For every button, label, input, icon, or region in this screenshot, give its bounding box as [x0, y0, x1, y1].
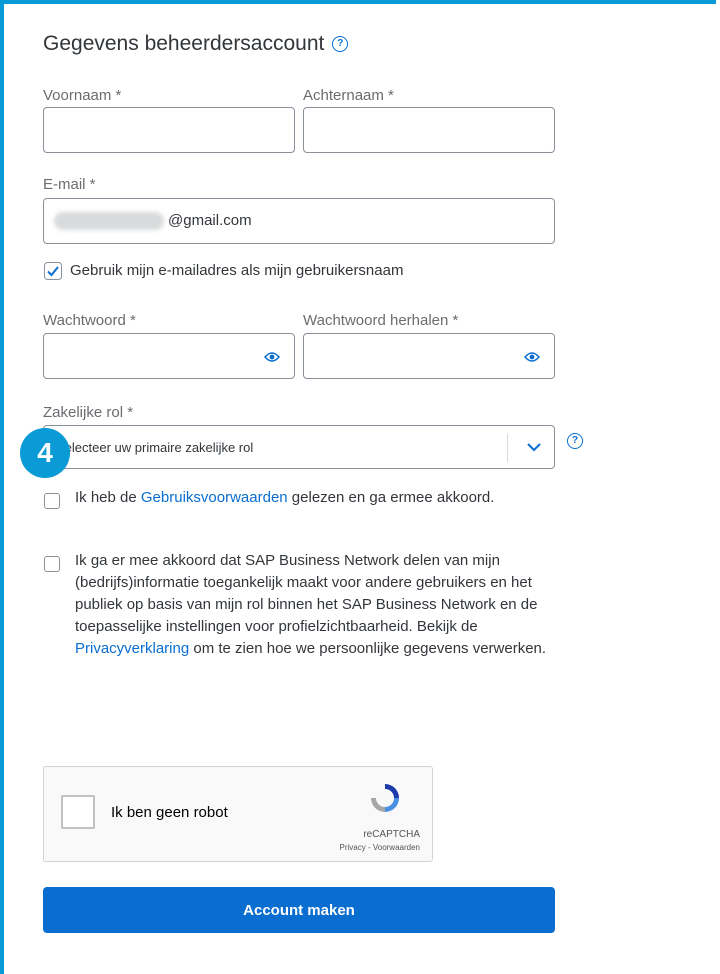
- chevron-down-icon[interactable]: [526, 440, 542, 459]
- first-name-label: Voornaam *: [43, 87, 122, 104]
- page-title: Gegevens beheerdersaccount ?: [43, 32, 349, 56]
- password-input[interactable]: [43, 333, 295, 379]
- last-name-label: Achternaam *: [303, 87, 394, 104]
- select-divider: [507, 434, 508, 462]
- checkmark-icon: [44, 262, 62, 280]
- privacy-link[interactable]: Privacyverklaring: [75, 640, 189, 657]
- step-badge: 4: [20, 428, 70, 478]
- terms-suffix: gelezen en ga ermee akkoord.: [287, 489, 495, 506]
- use-email-label: Gebruik mijn e-mailadres als mijn gebrui…: [70, 262, 404, 279]
- create-account-button[interactable]: Account maken: [43, 887, 555, 933]
- password-repeat-input[interactable]: [303, 333, 555, 379]
- privacy-suffix: om te zien hoe we persoonlijke gegevens …: [189, 640, 547, 657]
- page-title-text: Gegevens beheerdersaccount: [43, 32, 325, 55]
- eye-icon[interactable]: [524, 350, 540, 368]
- privacy-text: Ik ga er mee akkoord dat SAP Business Ne…: [75, 550, 555, 660]
- use-email-checkbox[interactable]: [44, 262, 62, 280]
- help-icon[interactable]: ?: [332, 36, 349, 52]
- privacy-body: Ik ga er mee akkoord dat SAP Business Ne…: [75, 552, 538, 635]
- role-label: Zakelijke rol *: [43, 404, 134, 421]
- recaptcha-links[interactable]: Privacy - Voorwaarden: [340, 843, 420, 852]
- privacy-checkbox[interactable]: [44, 556, 60, 572]
- terms-link[interactable]: Gebruiksvoorwaarden: [141, 489, 288, 506]
- email-input[interactable]: @gmail.com: [43, 198, 555, 244]
- recaptcha-label: Ik ben geen robot: [111, 804, 228, 821]
- recaptcha-checkbox[interactable]: [61, 795, 95, 829]
- eye-icon[interactable]: [264, 350, 280, 368]
- password-label: Wachtwoord *: [43, 312, 136, 329]
- recaptcha-brand: reCAPTCHA: [363, 829, 420, 840]
- email-label: E-mail *: [43, 176, 96, 193]
- role-select[interactable]: Selecteer uw primaire zakelijke rol: [43, 425, 555, 469]
- role-help-icon[interactable]: ?: [567, 433, 583, 449]
- terms-text: Ik heb de Gebruiksvoorwaarden gelezen en…: [75, 487, 515, 509]
- recaptcha-logo-icon: [368, 781, 402, 820]
- first-name-input[interactable]: [43, 107, 295, 153]
- email-value: @gmail.com: [168, 212, 252, 229]
- terms-prefix: Ik heb de: [75, 489, 141, 506]
- role-select-value: Selecteer uw primaire zakelijke rol: [56, 440, 254, 455]
- blurred-email-name: [54, 212, 164, 230]
- password-repeat-label: Wachtwoord herhalen *: [303, 312, 459, 329]
- terms-checkbox[interactable]: [44, 493, 60, 509]
- recaptcha-widget: Ik ben geen robot reCAPTCHA Privacy - Vo…: [43, 766, 433, 862]
- last-name-input[interactable]: [303, 107, 555, 153]
